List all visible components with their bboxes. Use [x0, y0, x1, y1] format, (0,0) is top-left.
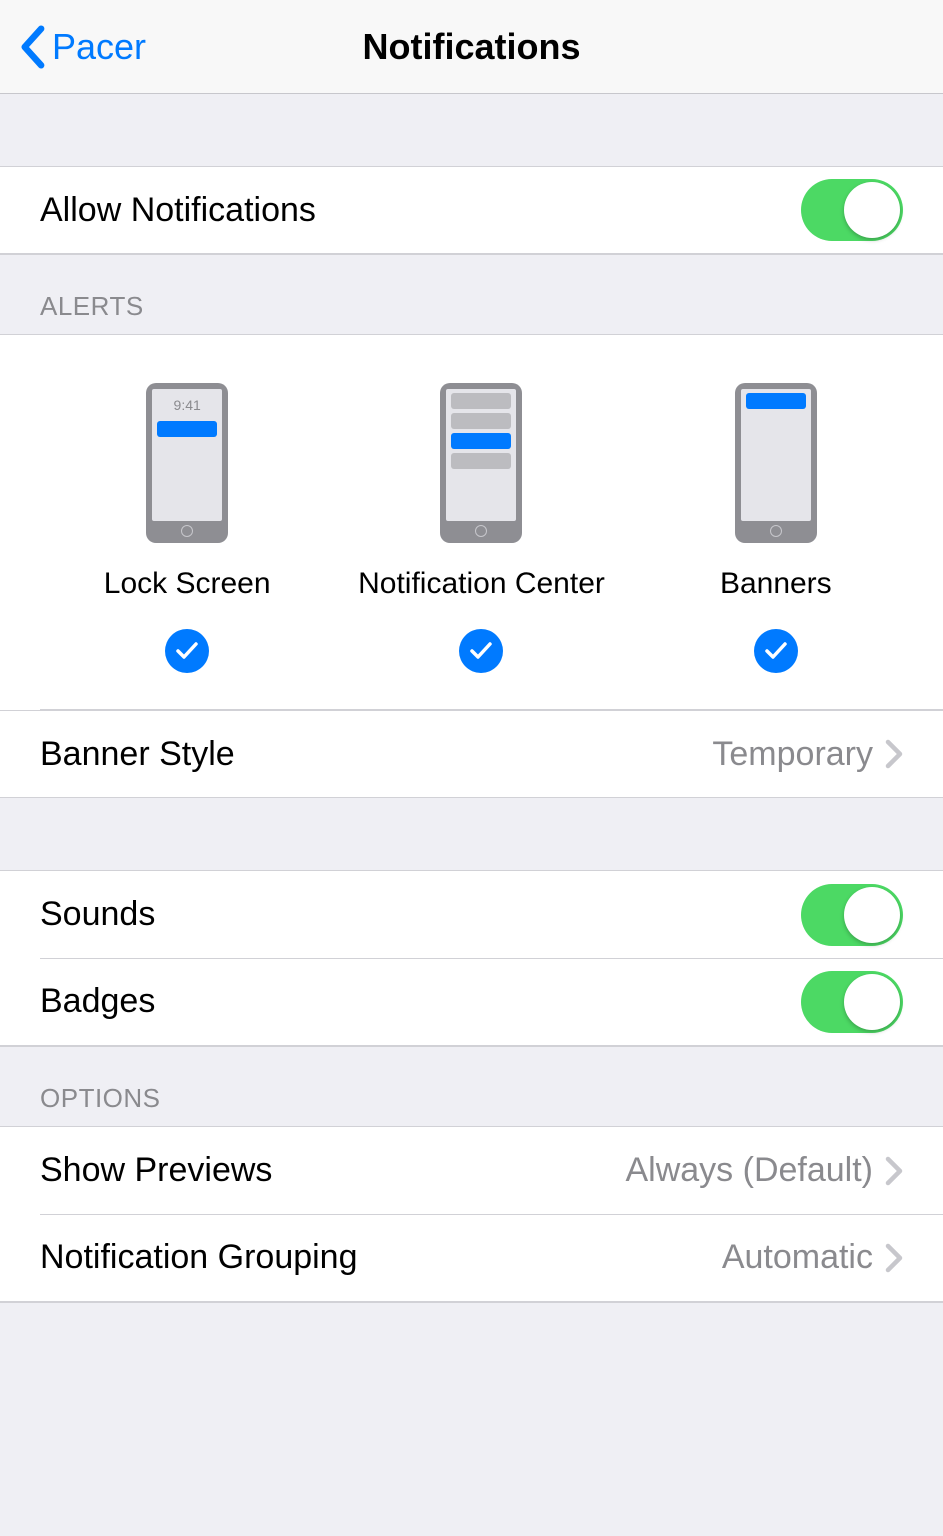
lock-screen-time: 9:41 [174, 397, 201, 413]
notification-center-icon [440, 383, 522, 543]
banner-style-value: Temporary [712, 735, 873, 774]
alert-option-lock-screen[interactable]: 9:41 Lock Screen [40, 383, 334, 673]
back-button[interactable]: Pacer [18, 0, 146, 94]
show-previews-row[interactable]: Show Previews Always (Default) [0, 1126, 943, 1214]
allow-notifications-row[interactable]: Allow Notifications [0, 166, 943, 254]
banner-style-label: Banner Style [40, 735, 235, 774]
chevron-right-icon [885, 1156, 903, 1186]
checkmark-icon [165, 629, 209, 673]
notification-grouping-row[interactable]: Notification Grouping Automatic [0, 1214, 943, 1302]
banner-style-row[interactable]: Banner Style Temporary [0, 710, 943, 798]
badges-toggle[interactable] [801, 971, 903, 1033]
navigation-bar: Pacer Notifications [0, 0, 943, 94]
sounds-label: Sounds [40, 895, 155, 934]
badges-label: Badges [40, 982, 155, 1021]
alert-option-label: Notification Center [358, 567, 605, 601]
chevron-left-icon [18, 25, 46, 69]
badges-row[interactable]: Badges [0, 958, 943, 1046]
notification-grouping-label: Notification Grouping [40, 1238, 358, 1277]
back-label: Pacer [52, 26, 146, 68]
alert-option-label: Banners [720, 567, 832, 601]
alert-option-label: Lock Screen [104, 567, 271, 601]
alert-option-notification-center[interactable]: Notification Center [334, 383, 628, 673]
checkmark-icon [459, 629, 503, 673]
alerts-section-header: ALERTS [0, 255, 943, 334]
chevron-right-icon [885, 739, 903, 769]
show-previews-value: Always (Default) [625, 1151, 873, 1190]
banners-icon [735, 383, 817, 543]
allow-notifications-label: Allow Notifications [40, 191, 316, 230]
options-section-header: OPTIONS [0, 1047, 943, 1126]
chevron-right-icon [885, 1243, 903, 1273]
checkmark-icon [754, 629, 798, 673]
allow-notifications-toggle[interactable] [801, 179, 903, 241]
sounds-toggle[interactable] [801, 884, 903, 946]
notification-grouping-value: Automatic [722, 1238, 873, 1277]
page-title: Notifications [362, 26, 580, 68]
alert-option-banners[interactable]: Banners [629, 383, 923, 673]
lock-screen-icon: 9:41 [146, 383, 228, 543]
show-previews-label: Show Previews [40, 1151, 272, 1190]
sounds-row[interactable]: Sounds [0, 870, 943, 958]
